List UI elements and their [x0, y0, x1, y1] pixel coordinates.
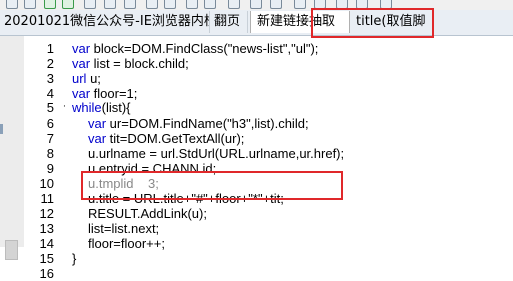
- code-line: RESULT.AddLink(u);: [88, 206, 207, 221]
- line-number: 6: [46, 116, 54, 131]
- code-token: var: [72, 86, 94, 101]
- panel-edge-marker: [0, 124, 3, 134]
- line-number: 8: [46, 146, 54, 161]
- code-token: u;: [90, 71, 101, 86]
- format-icon[interactable]: [250, 0, 262, 9]
- code-token: var: [72, 41, 94, 56]
- goto-icon[interactable]: [228, 0, 240, 9]
- brace-close-icon[interactable]: [356, 0, 368, 9]
- code-token: while: [72, 100, 102, 115]
- fold-marker-icon[interactable]: ·: [63, 103, 69, 112]
- line-number-gutter: 1 2 3 4 5 6 7 8 9 10 11 12 13 14 15 16: [24, 36, 58, 281]
- tab-bar: 20201021微信公众号-IE浏览器内核 翻页 新建链接抽取 title(取值…: [0, 10, 513, 36]
- code-token: url: [72, 71, 91, 86]
- new-file-icon[interactable]: [6, 0, 18, 9]
- line-number: 15: [39, 251, 54, 266]
- code-token: );: [310, 41, 319, 56]
- code-token: u.entryid = CHANN.id;: [88, 161, 217, 176]
- line-number: 13: [39, 221, 54, 236]
- tab-title-script[interactable]: title(取值脚: [352, 11, 513, 33]
- code-token: "h3": [227, 116, 251, 131]
- tab-pagination[interactable]: 翻页: [210, 11, 248, 33]
- code-token: list=list.next;: [88, 221, 160, 236]
- copy-icon[interactable]: [104, 0, 116, 9]
- paste-icon[interactable]: [124, 0, 136, 9]
- settings-icon[interactable]: [380, 0, 392, 9]
- run-icon[interactable]: [62, 0, 74, 9]
- line-number: 3: [46, 71, 54, 86]
- code-token: +floor+: [207, 191, 249, 206]
- line-number: 10: [39, 176, 54, 191]
- line-number: 5: [46, 100, 54, 115]
- code-token: u.urlname = url.StdUrl(URL.urlname,ur.hr…: [88, 146, 345, 161]
- comment-icon[interactable]: [270, 0, 282, 9]
- line-number: 16: [39, 266, 54, 281]
- code-token: (list){: [101, 100, 131, 115]
- code-token: "news-list","ul": [227, 41, 311, 56]
- left-panel-strip: [0, 36, 25, 260]
- code-line: floor=floor++;: [88, 236, 165, 251]
- code-token: floor=1;: [93, 86, 138, 101]
- line-number: 9: [46, 161, 54, 176]
- vertical-scrollbar[interactable]: [5, 240, 18, 260]
- code-line: }: [72, 251, 76, 266]
- code-token: floor=floor++;: [88, 236, 165, 251]
- line-number: 2: [46, 56, 54, 71]
- code-line: u.title = URL.title+"#"+floor+"*"+tit;: [88, 191, 284, 206]
- code-token: "*": [248, 191, 263, 206]
- code-token: ,list).child;: [250, 116, 309, 131]
- code-token: tit=DOM.GetTextAll(ur);: [109, 131, 245, 146]
- code-token: u.title = URL.title+: [88, 191, 192, 206]
- code-token: u.tmplid 3;: [88, 176, 159, 191]
- code-token: list = block.child;: [93, 56, 189, 71]
- find-icon[interactable]: [186, 0, 198, 9]
- save-icon[interactable]: [44, 0, 56, 9]
- code-line: u.entryid = CHANN.id;: [88, 161, 216, 176]
- code-token: }: [72, 251, 77, 266]
- indent-icon[interactable]: [294, 0, 306, 9]
- cut-icon[interactable]: [84, 0, 96, 9]
- code-line: var block=DOM.FindClass("news-list","ul"…: [72, 41, 318, 56]
- code-line: while(list){: [72, 100, 131, 115]
- code-line: var list = block.child;: [72, 56, 189, 71]
- code-token: ur=DOM.FindName(: [109, 116, 228, 131]
- line-number: 12: [39, 206, 54, 221]
- code-line: var floor=1;: [72, 86, 137, 101]
- tab-wechat-ie[interactable]: 20201021微信公众号-IE浏览器内核: [0, 11, 210, 33]
- line-number: 7: [46, 131, 54, 146]
- redo-icon[interactable]: [164, 0, 176, 9]
- replace-icon[interactable]: [204, 0, 216, 9]
- code-line: u.urlname = url.StdUrl(URL.urlname,ur.hr…: [88, 146, 344, 161]
- code-line: url u;: [72, 71, 101, 86]
- code-token: var: [88, 131, 110, 146]
- code-token: +tit;: [262, 191, 284, 206]
- outdent-icon[interactable]: [314, 0, 326, 9]
- undo-icon[interactable]: [146, 0, 158, 9]
- code-line: u.tmplid 3;: [88, 176, 159, 191]
- code-line: list=list.next;: [88, 221, 159, 236]
- line-number: 4: [46, 86, 54, 101]
- code-line: var ur=DOM.FindName("h3",list).child;: [88, 116, 309, 131]
- line-number: 14: [39, 236, 54, 251]
- open-file-icon[interactable]: [24, 0, 36, 9]
- code-editor[interactable]: var block=DOM.FindClass("news-list","ul"…: [58, 36, 513, 266]
- code-line: var tit=DOM.GetTextAll(ur);: [88, 131, 244, 146]
- code-token: RESULT.AddLink(u);: [88, 206, 207, 221]
- tab-new-link-extraction[interactable]: 新建链接抽取: [250, 11, 350, 33]
- code-token: block=DOM.FindClass(: [93, 41, 228, 56]
- code-token: var: [88, 116, 110, 131]
- line-number: 1: [46, 41, 54, 56]
- line-number: 11: [40, 191, 55, 206]
- brace-icon[interactable]: [336, 0, 348, 9]
- code-token: var: [72, 56, 94, 71]
- code-token: "#": [191, 191, 208, 206]
